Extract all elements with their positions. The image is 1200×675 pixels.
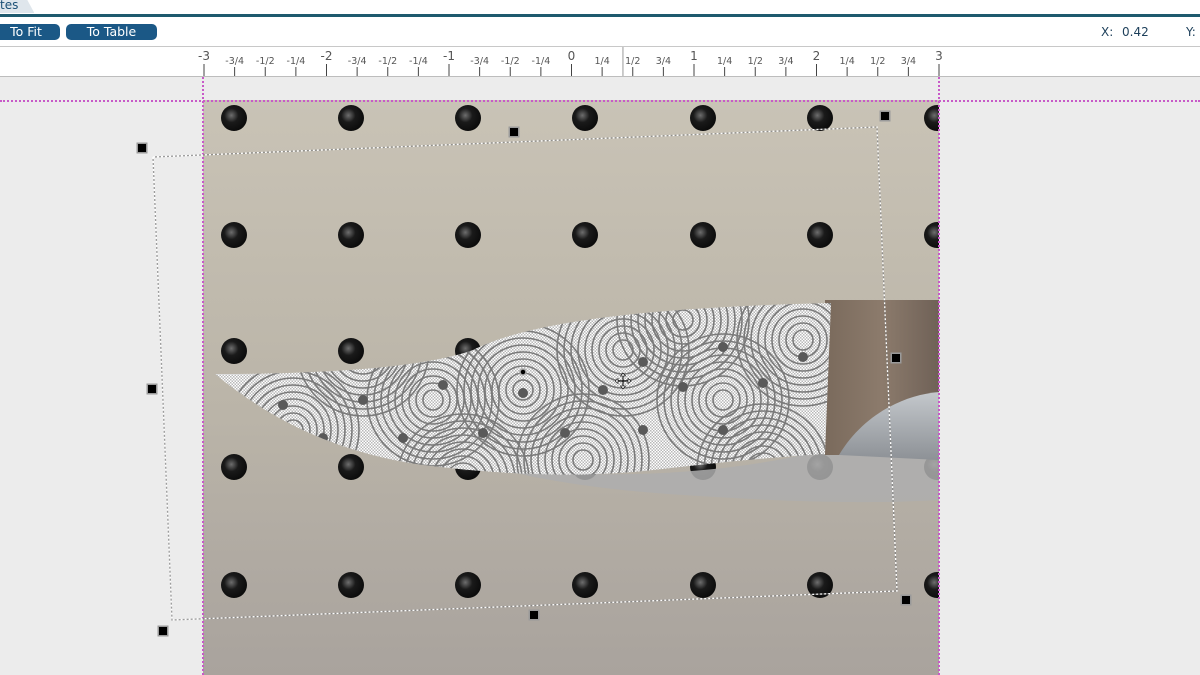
pegboard-image xyxy=(215,105,939,598)
pegboard-hole xyxy=(455,222,481,248)
pattern-dot xyxy=(438,380,448,390)
pegboard-hole xyxy=(924,222,939,248)
ruler-label: 3 xyxy=(935,49,943,63)
pattern-dot xyxy=(318,433,328,443)
ruler-label: 3/4 xyxy=(778,56,793,67)
pegboard-hole xyxy=(807,572,833,598)
pattern-dot xyxy=(278,400,288,410)
pegboard-hole xyxy=(924,105,939,131)
pegboard-hole xyxy=(338,222,364,248)
pattern-dot xyxy=(478,428,488,438)
ruler-label: -3 xyxy=(198,49,210,63)
ruler-label: 3/4 xyxy=(901,56,916,67)
ruler-label: 1/2 xyxy=(625,56,640,67)
ruler-label: -1 xyxy=(443,49,455,63)
pegboard-hole xyxy=(572,572,598,598)
pattern-dot xyxy=(560,428,570,438)
pattern-center-dot xyxy=(519,368,527,376)
pegboard-hole xyxy=(221,572,247,598)
ruler-label: -1/2 xyxy=(378,56,397,67)
ruler-label: 1/4 xyxy=(594,56,609,67)
ruler-label: 1/4 xyxy=(839,56,854,67)
selection-handle-top-left[interactable] xyxy=(138,144,146,152)
engraving-pattern xyxy=(215,303,831,475)
pattern-dot xyxy=(638,357,648,367)
selection-handle-top-mid[interactable] xyxy=(510,128,518,136)
pegboard-hole xyxy=(338,105,364,131)
pattern-dot xyxy=(718,425,728,435)
ruler-label: -1/4 xyxy=(287,56,306,67)
selection-handle-bottom-right[interactable] xyxy=(902,596,910,604)
ruler-label: -1/2 xyxy=(256,56,275,67)
selection-handle-bottom-left[interactable] xyxy=(159,627,167,635)
guide-right[interactable] xyxy=(938,77,940,675)
pegboard-hole xyxy=(924,572,939,598)
pegboard-hole xyxy=(455,572,481,598)
ruler-label: -3/4 xyxy=(348,56,367,67)
document-tab[interactable]: tes xyxy=(0,0,35,13)
title-strip: tes xyxy=(0,0,1200,14)
ruler-label: 3/4 xyxy=(656,56,671,67)
ruler-label: 1/2 xyxy=(870,56,885,67)
pegboard-hole xyxy=(690,572,716,598)
pattern-dot xyxy=(678,382,688,392)
guide-left[interactable] xyxy=(202,77,204,675)
pegboard-hole xyxy=(455,105,481,131)
ruler-label: 2 xyxy=(813,49,821,63)
pattern-dot xyxy=(398,433,408,443)
to-fit-button[interactable]: To Fit xyxy=(0,24,60,40)
selection-handle-mid-left[interactable] xyxy=(148,385,156,393)
ruler-label: -2 xyxy=(321,49,333,63)
guide-top[interactable] xyxy=(0,100,1200,102)
ruler-label: -1/4 xyxy=(409,56,428,67)
to-table-button[interactable]: To Table xyxy=(66,24,157,40)
ruler-label: -1/2 xyxy=(501,56,520,67)
toolbar: To Fit To Table X: 0.42 Y: xyxy=(0,17,1200,47)
ruler-label: 1/4 xyxy=(717,56,732,67)
ruler-label: 1/2 xyxy=(748,56,763,67)
selection-handle-top-right[interactable] xyxy=(881,112,889,120)
selection-handle-bottom-mid[interactable] xyxy=(530,611,538,619)
pegboard-hole xyxy=(221,454,247,480)
horizontal-ruler[interactable]: -3 -3/4 -1/2 -1/4 -2 -3/4 -1/2 -1/4 -1 -3/4 -1/2 -1… xyxy=(0,47,1200,77)
pattern-dot xyxy=(598,385,608,395)
pegboard-hole xyxy=(690,105,716,131)
ruler-label: 0 xyxy=(568,49,576,63)
ruler-label: 1 xyxy=(690,49,698,63)
x-coordinate-label: X: xyxy=(1101,25,1114,39)
pegboard-hole xyxy=(690,222,716,248)
pegboard-hole xyxy=(221,105,247,131)
pegboard-hole xyxy=(807,105,833,131)
selection-handle-mid-right[interactable] xyxy=(892,354,900,362)
pattern-dot xyxy=(718,342,728,352)
pegboard-hole xyxy=(221,338,247,364)
background-photo[interactable] xyxy=(203,100,939,675)
pattern-dot xyxy=(798,352,808,362)
ruler-label: -3/4 xyxy=(470,56,489,67)
ruler-label: -3/4 xyxy=(225,56,244,67)
pegboard-hole xyxy=(572,222,598,248)
pegboard-hole xyxy=(338,454,364,480)
pattern-dot xyxy=(638,425,648,435)
pegboard-hole xyxy=(338,338,364,364)
pegboard-hole xyxy=(572,105,598,131)
pegboard-hole xyxy=(338,572,364,598)
pattern-dot xyxy=(758,378,768,388)
ruler-label: -1/4 xyxy=(532,56,551,67)
x-coordinate-value: 0.42 xyxy=(1122,25,1149,39)
pattern-dot xyxy=(518,388,528,398)
pattern-dot xyxy=(358,395,368,405)
pegboard-hole xyxy=(221,222,247,248)
y-coordinate-label: Y: xyxy=(1186,25,1196,39)
pegboard-hole xyxy=(807,222,833,248)
ruler-ticks: -3 -3/4 -1/2 -1/4 -2 -3/4 -1/2 -1/4 -1 -3/4 -1/2 -1… xyxy=(198,47,943,76)
